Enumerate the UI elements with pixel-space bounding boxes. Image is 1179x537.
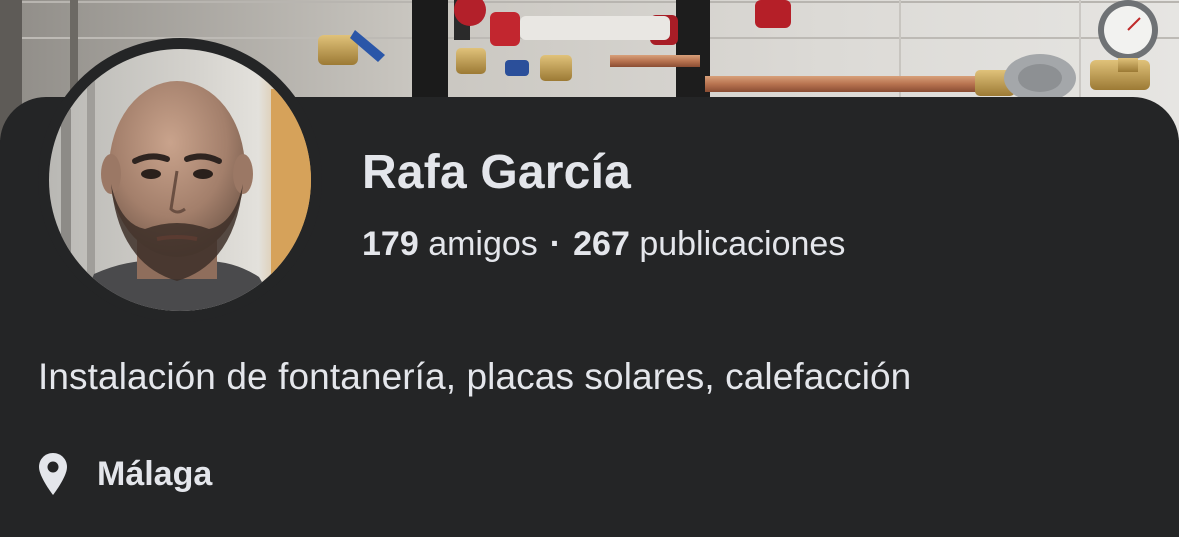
avatar-image [49,49,311,311]
friends-count: 179 [362,225,419,263]
location-text: Málaga [97,454,213,493]
friends-link[interactable]: 179 amigos [362,225,538,263]
friends-label: amigos [428,225,538,263]
posts-label: publicaciones [639,225,846,263]
map-pin-icon [38,452,82,496]
profile-stats: 179 amigos · 267 publicaciones [362,225,845,264]
profile-name: Rafa García [362,146,632,199]
avatar[interactable] [49,49,311,311]
profile-location: Málaga [38,448,212,500]
stats-separator: · [549,225,562,263]
posts-link[interactable]: 267 publicaciones [573,225,845,263]
profile-bio: Instalación de fontanería, placas solare… [38,356,912,397]
posts-count: 267 [573,225,630,263]
